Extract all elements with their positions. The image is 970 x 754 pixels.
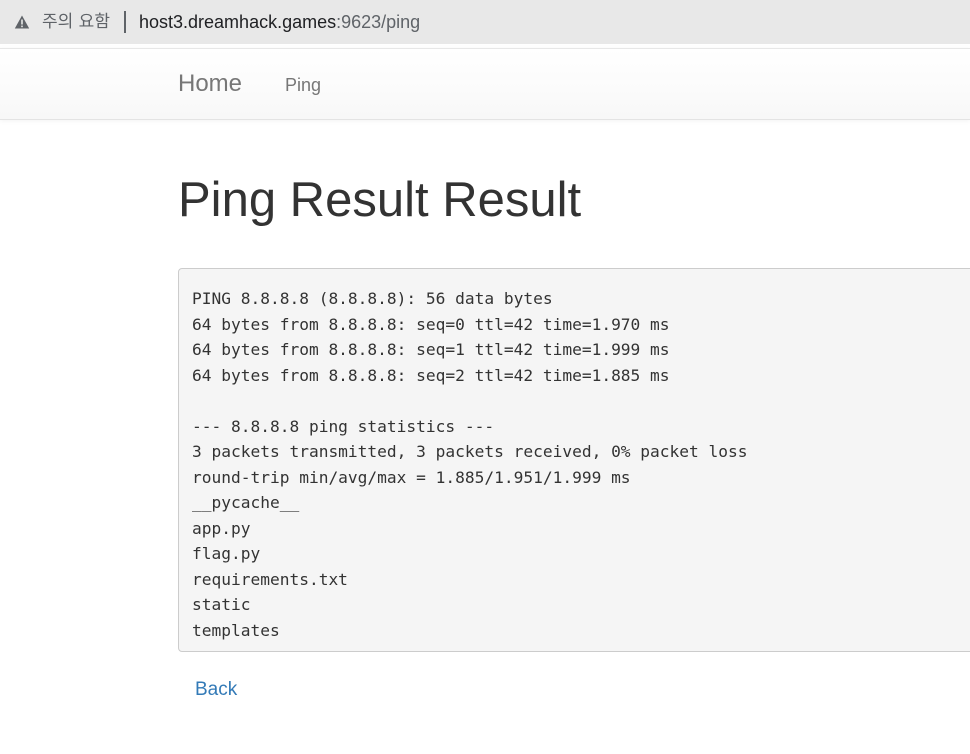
result-line: app.py	[192, 518, 251, 538]
ping-result-box: PING 8.8.8.8 (8.8.8.8): 56 data bytes 64…	[178, 268, 970, 652]
nav-home-link[interactable]: Home	[178, 69, 242, 99]
result-line: templates	[192, 620, 280, 640]
ping-result-output: PING 8.8.8.8 (8.8.8.8): 56 data bytes 64…	[179, 269, 970, 643]
page-title: Ping Result Result	[178, 173, 582, 227]
url-field[interactable]: 주의 요함 host3.dreamhack.games:9623/ping	[0, 0, 970, 44]
result-line: flag.py	[192, 544, 261, 563]
result-line: static	[192, 595, 251, 614]
result-line: 64 bytes from 8.8.8.8: seq=0 ttl=42 time…	[192, 314, 670, 334]
warning-triangle-icon[interactable]	[14, 14, 30, 30]
url-host: host3.dreamhack.games	[139, 12, 337, 32]
back-link[interactable]: Back	[195, 678, 237, 702]
result-line: round-trip min/avg/max = 1.885/1.951/1.9…	[192, 467, 631, 487]
browser-address-bar: 주의 요함 host3.dreamhack.games:9623/ping	[0, 0, 970, 46]
result-line: PING 8.8.8.8 (8.8.8.8): 56 data bytes	[192, 289, 553, 308]
result-line: requirements.txt	[192, 569, 348, 589]
navbar: Home Ping	[0, 48, 970, 120]
result-line: __pycache__	[192, 493, 300, 512]
url-path: :9623/ping	[336, 12, 421, 32]
result-line: 64 bytes from 8.8.8.8: seq=1 ttl=42 time…	[192, 340, 670, 359]
result-line: 3 packets transmitted, 3 packets receive…	[192, 442, 748, 461]
result-line: 64 bytes from 8.8.8.8: seq=2 ttl=42 time…	[192, 365, 670, 385]
result-line: --- 8.8.8.8 ping statistics ---	[192, 416, 495, 436]
url-text[interactable]: host3.dreamhack.games:9623/ping	[139, 10, 420, 34]
url-divider	[124, 11, 126, 33]
nav-ping-link[interactable]: Ping	[285, 73, 321, 97]
security-status-label[interactable]: 주의 요함	[42, 10, 110, 34]
